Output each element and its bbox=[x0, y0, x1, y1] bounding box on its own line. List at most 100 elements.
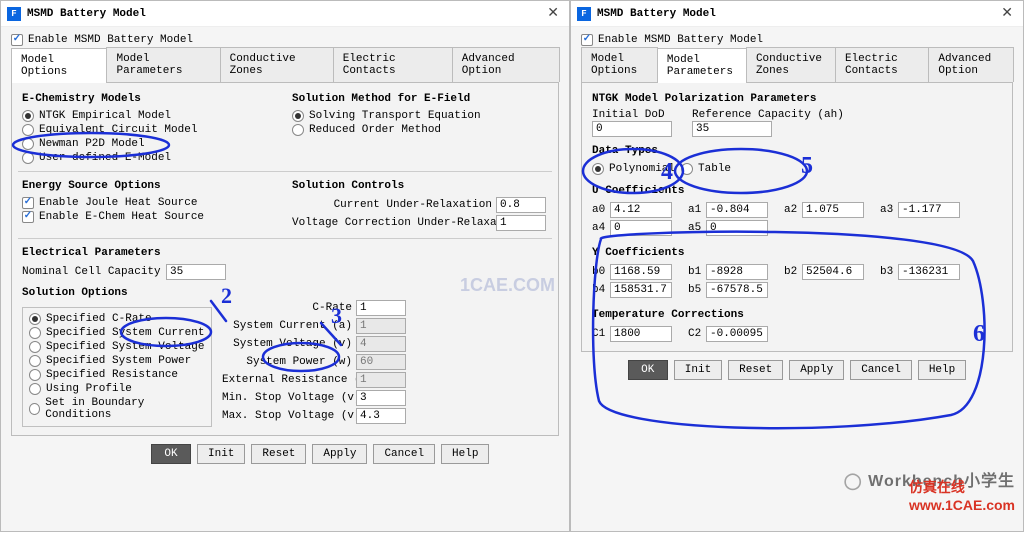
reset-button[interactable]: Reset bbox=[251, 444, 306, 464]
cancel-button[interactable]: Cancel bbox=[373, 444, 435, 464]
b2-input[interactable] bbox=[802, 264, 864, 280]
radio-icon bbox=[29, 369, 41, 381]
tab-electric-contacts[interactable]: Electric Contacts bbox=[835, 47, 929, 82]
tab-model-parameters[interactable]: Model Parameters bbox=[657, 48, 747, 83]
help-button[interactable]: Help bbox=[918, 360, 966, 380]
maxv-input[interactable] bbox=[356, 408, 406, 424]
init-button[interactable]: Init bbox=[674, 360, 722, 380]
radio-spec-sys-power[interactable]: Specified System Power bbox=[29, 354, 205, 368]
a1-input[interactable] bbox=[706, 202, 768, 218]
tab-model-options[interactable]: Model Options bbox=[11, 48, 107, 83]
a4-input[interactable] bbox=[610, 220, 672, 236]
vcor-relax-label: Voltage Correction Under-Relaxation bbox=[292, 217, 492, 229]
elec-params-title: Electrical Parameters bbox=[22, 245, 548, 263]
radio-polynomial[interactable]: Polynomial bbox=[592, 162, 675, 176]
radio-icon bbox=[592, 163, 604, 175]
radio-reduced-order[interactable]: Reduced Order Method bbox=[292, 123, 548, 137]
radio-table[interactable]: Table bbox=[681, 162, 731, 176]
a5-input[interactable] bbox=[706, 220, 768, 236]
dod-input[interactable] bbox=[592, 121, 672, 137]
b1-label: b1 bbox=[688, 266, 704, 278]
cancel-button[interactable]: Cancel bbox=[850, 360, 912, 380]
enable-model-checkbox-row[interactable]: Enable MSMD Battery Model bbox=[11, 33, 559, 47]
b1-input[interactable] bbox=[706, 264, 768, 280]
radio-spec-sys-current[interactable]: Specified System Current bbox=[29, 326, 205, 340]
app-icon: F bbox=[7, 7, 21, 21]
tab-model-parameters[interactable]: Model Parameters bbox=[106, 47, 220, 82]
radio-icon bbox=[29, 403, 40, 415]
radio-equiv-circuit[interactable]: Equivalent Circuit Model bbox=[22, 123, 278, 137]
refcap-label: Reference Capacity (ah) bbox=[692, 109, 844, 121]
apply-button[interactable]: Apply bbox=[312, 444, 367, 464]
tab-advanced-option[interactable]: Advanced Option bbox=[928, 47, 1014, 82]
ok-button[interactable]: OK bbox=[628, 360, 668, 380]
sys-p-input bbox=[356, 354, 406, 370]
reset-button[interactable]: Reset bbox=[728, 360, 783, 380]
a2-input[interactable] bbox=[802, 202, 864, 218]
close-icon[interactable]: ✕ bbox=[997, 5, 1017, 22]
apply-button[interactable]: Apply bbox=[789, 360, 844, 380]
a3-input[interactable] bbox=[898, 202, 960, 218]
nominal-cap-input[interactable] bbox=[166, 264, 226, 280]
radio-newman-p2d[interactable]: Newman P2D Model bbox=[22, 137, 278, 151]
ok-button[interactable]: OK bbox=[151, 444, 191, 464]
c1-input[interactable] bbox=[610, 326, 672, 342]
b3-input[interactable] bbox=[898, 264, 960, 280]
dialog-model-parameters: F MSMD Battery Model ✕ Enable MSMD Batte… bbox=[570, 0, 1024, 532]
tab-conductive-zones[interactable]: Conductive Zones bbox=[746, 47, 836, 82]
tab-bar: Model Options Model Parameters Conductiv… bbox=[11, 47, 559, 83]
b5-input[interactable] bbox=[706, 282, 768, 298]
tab-electric-contacts[interactable]: Electric Contacts bbox=[333, 47, 453, 82]
check-joule-heat[interactable]: Enable Joule Heat Source bbox=[22, 196, 278, 210]
a0-input[interactable] bbox=[610, 202, 672, 218]
sol-opts-title: Solution Options bbox=[22, 285, 212, 303]
window-title: MSMD Battery Model bbox=[27, 8, 543, 20]
a0-label: a0 bbox=[592, 204, 608, 216]
tab-conductive-zones[interactable]: Conductive Zones bbox=[220, 47, 334, 82]
b0-label: b0 bbox=[592, 266, 608, 278]
b4-label: b4 bbox=[592, 284, 608, 296]
tab-model-options[interactable]: Model Options bbox=[581, 47, 658, 82]
radio-set-bc[interactable]: Set in Boundary Conditions bbox=[29, 396, 205, 422]
radio-icon bbox=[22, 124, 34, 136]
checkbox-icon bbox=[581, 34, 593, 46]
radio-ntgk[interactable]: NTGK Empirical Model bbox=[22, 109, 278, 123]
radio-user-defined[interactable]: User-defined E-Model bbox=[22, 151, 278, 165]
sys-cur-label: System Current (a) bbox=[222, 320, 352, 332]
crate-input[interactable] bbox=[356, 300, 406, 316]
b4-input[interactable] bbox=[610, 282, 672, 298]
a2-label: a2 bbox=[784, 204, 800, 216]
radio-using-profile[interactable]: Using Profile bbox=[29, 382, 205, 396]
help-button[interactable]: Help bbox=[441, 444, 489, 464]
b2-label: b2 bbox=[784, 266, 800, 278]
radio-icon bbox=[29, 383, 41, 395]
radio-spec-sys-voltage[interactable]: Specified System Voltage bbox=[29, 340, 205, 354]
button-row: OK Init Reset Apply Cancel Help bbox=[11, 436, 559, 464]
radio-transport-eq[interactable]: Solving Transport Equation bbox=[292, 109, 548, 123]
init-button[interactable]: Init bbox=[197, 444, 245, 464]
dialog-model-options: F MSMD Battery Model ✕ Enable MSMD Batte… bbox=[0, 0, 570, 532]
c2-input[interactable] bbox=[706, 326, 768, 342]
refcap-input[interactable] bbox=[692, 121, 772, 137]
check-echem-heat[interactable]: Enable E-Chem Heat Source bbox=[22, 210, 278, 224]
minv-input[interactable] bbox=[356, 390, 406, 406]
radio-spec-resistance[interactable]: Specified Resistance bbox=[29, 368, 205, 382]
tab-advanced-option[interactable]: Advanced Option bbox=[452, 47, 560, 82]
ext-r-input bbox=[356, 372, 406, 388]
radio-spec-crate[interactable]: Specified C-Rate bbox=[29, 312, 205, 326]
radio-icon bbox=[292, 124, 304, 136]
vcor-relax-input[interactable] bbox=[496, 215, 546, 231]
enable-model-checkbox-row[interactable]: Enable MSMD Battery Model bbox=[581, 33, 1013, 47]
solmethod-title: Solution Method for E-Field bbox=[292, 91, 548, 109]
radio-icon bbox=[292, 110, 304, 122]
button-row: OK Init Reset Apply Cancel Help bbox=[581, 352, 1013, 380]
close-icon[interactable]: ✕ bbox=[543, 5, 563, 22]
cur-relax-input[interactable] bbox=[496, 197, 546, 213]
b0-input[interactable] bbox=[610, 264, 672, 280]
polar-title: NTGK Model Polarization Parameters bbox=[592, 91, 1002, 109]
a1-label: a1 bbox=[688, 204, 704, 216]
u-coef-title: U Coefficients bbox=[592, 183, 1002, 201]
enable-label: Enable MSMD Battery Model bbox=[28, 34, 193, 46]
radio-icon bbox=[22, 152, 34, 164]
a3-label: a3 bbox=[880, 204, 896, 216]
